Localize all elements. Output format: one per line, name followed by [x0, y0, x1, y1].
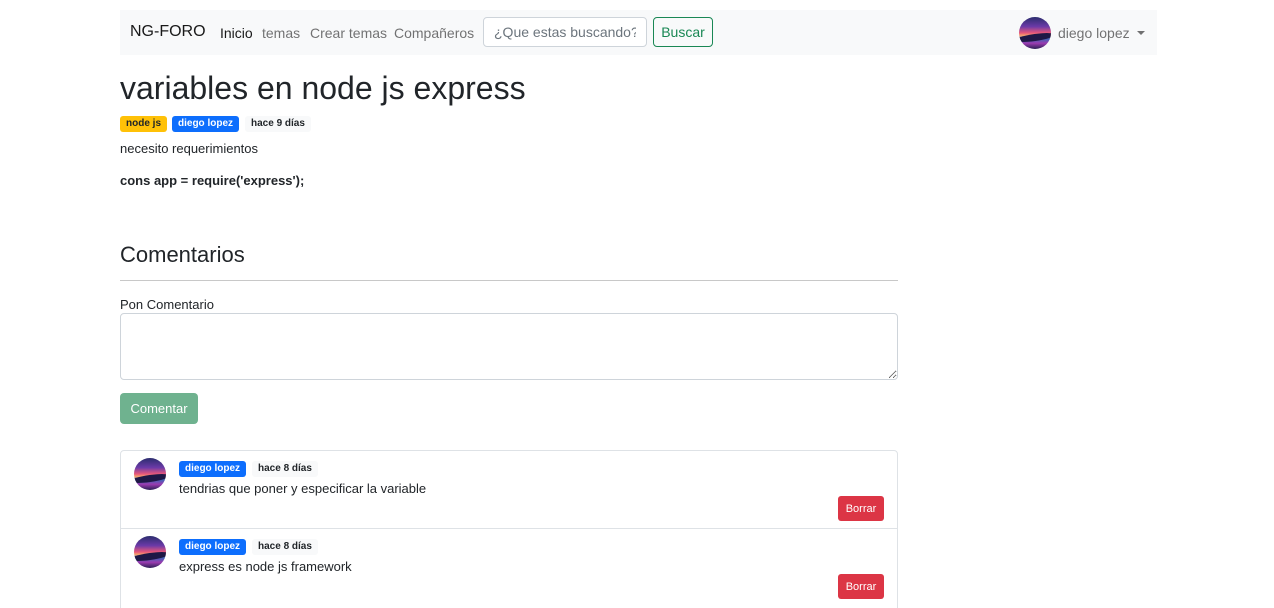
comment-form-label: Pon Comentario	[120, 297, 214, 312]
comment-item: diego lopez hace 8 días tendrias que pon…	[121, 451, 897, 529]
user-name: diego lopez	[1058, 25, 1130, 41]
post-code: cons app = require('express');	[120, 173, 305, 188]
top-navbar: NG-FORO Inicio temas Crear temas Compañe…	[120, 10, 1157, 55]
nav-link-crear-temas[interactable]: Crear temas	[310, 25, 387, 41]
comment-list: diego lopez hace 8 días tendrias que pon…	[120, 450, 898, 608]
user-avatar-icon	[1019, 17, 1051, 49]
comment-avatar-icon	[134, 536, 166, 568]
post-author-badge: diego lopez	[172, 116, 239, 132]
nav-link-inicio[interactable]: Inicio	[220, 25, 253, 41]
nav-link-temas[interactable]: temas	[262, 25, 300, 41]
post-time-badge: hace 9 días	[245, 116, 311, 132]
comment-textarea[interactable]	[120, 313, 898, 380]
comment-avatar-icon	[134, 458, 166, 490]
comment-author-badge: diego lopez	[179, 539, 246, 555]
comments-divider	[120, 280, 898, 281]
nav-link-companeros[interactable]: Compañeros	[394, 25, 474, 41]
delete-comment-button[interactable]: Borrar	[838, 496, 884, 521]
post-description: necesito requerimientos	[120, 141, 259, 156]
user-menu-toggle[interactable]: diego lopez	[1019, 17, 1145, 49]
post-tag-badge: node js	[120, 116, 168, 132]
delete-comment-button[interactable]: Borrar	[838, 574, 884, 599]
search-input[interactable]	[483, 17, 647, 47]
comment-text: tendrias que poner y especificar la vari…	[179, 481, 427, 496]
navbar-brand[interactable]: NG-FORO	[130, 23, 206, 41]
post-title: variables en node js express	[120, 70, 526, 106]
comment-time-badge: hace 8 días	[252, 461, 318, 477]
comment-time-badge: hace 8 días	[252, 539, 318, 555]
comment-item: diego lopez hace 8 días express es node …	[121, 528, 897, 606]
comment-submit-button[interactable]: Comentar	[120, 393, 198, 424]
comments-heading: Comentarios	[120, 242, 245, 267]
comment-author-badge: diego lopez	[179, 461, 246, 477]
caret-down-icon	[1136, 31, 1145, 35]
comment-text: express es node js framework	[179, 559, 352, 574]
search-button[interactable]: Buscar	[653, 17, 713, 47]
